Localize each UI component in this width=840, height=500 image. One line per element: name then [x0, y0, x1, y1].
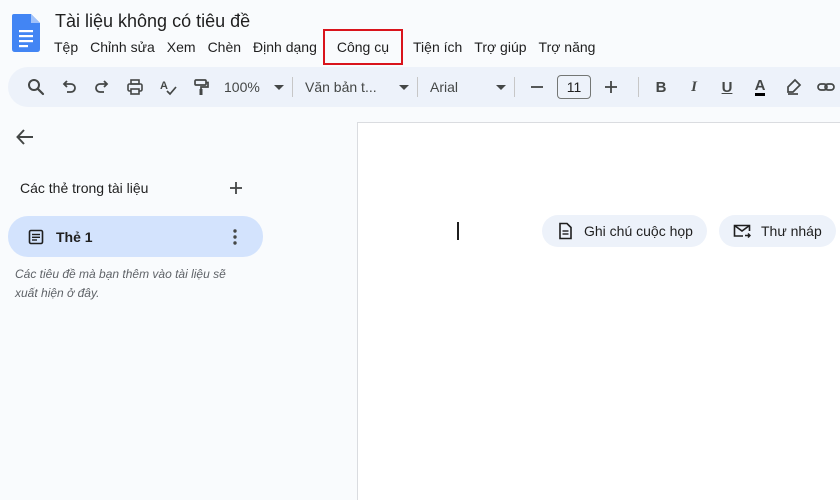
italic-button[interactable]: I — [680, 73, 708, 101]
toolbar-divider — [514, 77, 515, 97]
add-tab-button[interactable] — [226, 178, 246, 198]
sidebar-tab-item[interactable]: Thẻ 1 — [8, 216, 263, 257]
chevron-down-icon — [274, 84, 284, 90]
docs-app: Tài liệu không có tiêu đề Tệp Chỉnh sửa … — [0, 0, 840, 500]
spellcheck-icon: A — [160, 80, 177, 96]
search-menus-button[interactable] — [22, 73, 50, 101]
document-tabs-heading: Các thẻ trong tài liệu — [20, 180, 149, 196]
redo-icon — [95, 80, 109, 93]
document-tab-icon — [28, 229, 44, 244]
plus-icon — [605, 81, 617, 93]
svg-text:A: A — [160, 80, 168, 92]
text-cursor — [457, 222, 459, 240]
tab-label: Thẻ 1 — [56, 228, 93, 245]
menu-accessibility[interactable]: Trợ năng — [533, 37, 602, 57]
undo-icon — [62, 80, 76, 93]
toolbar-divider — [292, 77, 293, 97]
document-page[interactable] — [357, 122, 840, 500]
chevron-down-icon — [496, 84, 506, 90]
menu-edit[interactable]: Chỉnh sửa — [84, 37, 161, 57]
bold-button[interactable]: B — [647, 73, 675, 101]
toolbar: A 100% Văn bản t... Arial 11 B I U A — [8, 67, 840, 107]
italic-icon: I — [691, 78, 697, 95]
menu-tools[interactable]: Công cụ — [322, 29, 404, 65]
close-outline-button[interactable] — [12, 124, 38, 150]
zoom-value: 100% — [224, 79, 260, 95]
meeting-notes-chip[interactable]: Ghi chú cuộc họp — [542, 215, 707, 247]
font-value: Arial — [430, 79, 459, 95]
toolbar-divider — [638, 77, 639, 97]
text-color-icon: A — [754, 76, 766, 96]
menu-bar: Tệp Chỉnh sửa Xem Chèn Định dạng Công cụ… — [48, 29, 602, 65]
increase-font-size-button[interactable] — [597, 73, 625, 101]
highlight-color-button[interactable] — [779, 73, 807, 101]
menu-help[interactable]: Trợ giúp — [468, 37, 532, 57]
font-size-input[interactable]: 11 — [557, 75, 591, 99]
more-vert-icon — [233, 229, 237, 245]
chevron-down-icon — [399, 84, 409, 90]
search-icon — [28, 79, 45, 96]
toolbar-divider — [417, 77, 418, 97]
paragraph-style-value: Văn bản t... — [305, 79, 377, 95]
document-title[interactable]: Tài liệu không có tiêu đề — [55, 11, 250, 32]
undo-button[interactable] — [55, 73, 83, 101]
menu-extensions[interactable]: Tiện ích — [407, 37, 468, 57]
arrow-back-icon — [16, 129, 33, 145]
print-button[interactable] — [121, 73, 149, 101]
underline-button[interactable]: U — [713, 73, 741, 101]
font-dropdown[interactable]: Arial — [426, 79, 506, 95]
zoom-dropdown[interactable]: 100% — [220, 79, 284, 95]
minus-icon — [531, 86, 543, 88]
print-icon — [127, 79, 143, 95]
meeting-notes-label: Ghi chú cuộc họp — [584, 223, 693, 239]
bold-icon: B — [655, 78, 667, 96]
tab-options-button[interactable] — [225, 227, 245, 247]
decrease-font-size-button[interactable] — [523, 73, 551, 101]
menu-view[interactable]: Xem — [161, 37, 202, 57]
document-icon — [559, 222, 572, 240]
outline-hint-text: Các tiêu đề mà bạn thêm vào tài liệu sẽ … — [15, 267, 226, 300]
menu-file[interactable]: Tệp — [48, 37, 84, 57]
paint-format-button[interactable] — [187, 73, 215, 101]
redo-button[interactable] — [88, 73, 116, 101]
highlighter-icon — [787, 78, 802, 95]
text-color-button[interactable]: A — [746, 73, 774, 101]
email-draft-label: Thư nháp — [761, 223, 822, 239]
menu-insert[interactable]: Chèn — [202, 37, 247, 57]
plus-icon — [230, 182, 242, 194]
google-docs-icon[interactable] — [12, 14, 40, 52]
paint-format-icon — [194, 79, 209, 95]
paragraph-style-dropdown[interactable]: Văn bản t... — [301, 79, 409, 95]
mail-send-icon — [733, 224, 751, 239]
menu-format[interactable]: Định dạng — [247, 37, 323, 57]
underline-icon: U — [721, 78, 733, 96]
link-icon — [817, 83, 835, 91]
insert-link-button[interactable] — [812, 73, 840, 101]
spellcheck-button[interactable]: A — [154, 73, 182, 101]
email-draft-chip[interactable]: Thư nháp — [719, 215, 836, 247]
